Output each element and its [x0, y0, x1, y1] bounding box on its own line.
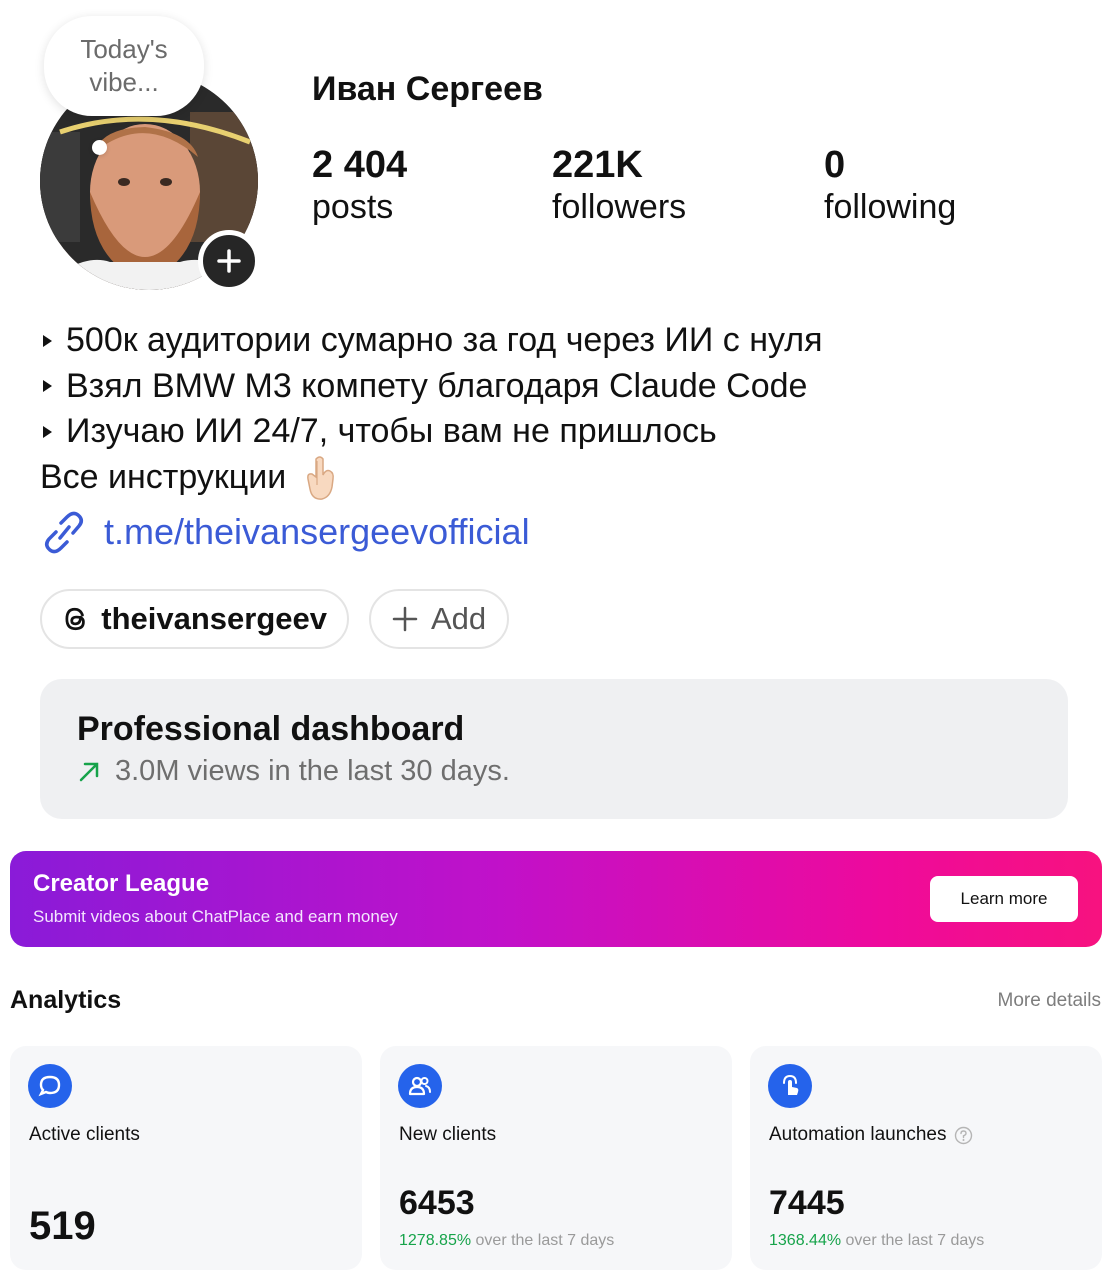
- card-label: Active clients: [29, 1124, 140, 1145]
- card-change: 1278.85% over the last 7 days: [399, 1232, 614, 1250]
- pro-dashboard-subtitle: 3.0M views in the last 30 days.: [77, 755, 510, 788]
- change-percent: 1278.85%: [399, 1232, 472, 1249]
- bullet-icon: [43, 380, 52, 393]
- analytics-heading: Analytics: [10, 986, 122, 1014]
- profile-page: Today's vibe... Иван Сергеев 2 404 posts…: [0, 0, 1109, 1280]
- bio-line: Изучаю ИИ 24/7, чтобы вам не пришлось: [40, 409, 822, 455]
- plus-icon: [217, 249, 241, 273]
- learn-more-button[interactable]: Learn more: [930, 876, 1078, 922]
- creator-league-banner: Creator League Submit videos about ChatP…: [10, 851, 1102, 947]
- users-icon: [398, 1064, 442, 1108]
- card-label: New clients: [399, 1124, 497, 1145]
- stat-label: followers: [552, 188, 687, 226]
- story-note-bubble[interactable]: Today's vibe...: [44, 16, 204, 116]
- league-subtitle: Submit videos about ChatPlace and earn m…: [33, 907, 398, 926]
- threads-profile-chip[interactable]: theivansergeev: [40, 589, 349, 649]
- pro-dashboard-views: 3.0M views in the last 30 days.: [115, 755, 510, 787]
- bio-line: Взял BMW M3 компету благодаря Claude Cod…: [40, 364, 822, 410]
- help-icon[interactable]: [954, 1126, 973, 1145]
- bullet-icon: [43, 334, 52, 347]
- stat-following[interactable]: 0 following: [824, 143, 956, 227]
- card-value: 519: [29, 1204, 96, 1248]
- threads-handle: theivansergeev: [101, 601, 327, 636]
- profile-name: Иван Сергеев: [312, 70, 543, 108]
- chat-bubble-icon: [28, 1064, 72, 1108]
- card-label: Automation launches: [769, 1124, 973, 1146]
- plus-icon: [392, 606, 418, 632]
- change-percent: 1368.44%: [769, 1232, 842, 1249]
- bio-cta-line: Все инструкции: [40, 455, 822, 501]
- bio-line-text: Изучаю ИИ 24/7, чтобы вам не пришлось: [66, 412, 717, 450]
- pro-dashboard-title: Professional dashboard: [77, 710, 465, 748]
- professional-dashboard-card[interactable]: Professional dashboard 3.0M views in the…: [40, 679, 1068, 819]
- card-label-text: Automation launches: [769, 1124, 947, 1145]
- note-bubble-tail: [92, 140, 107, 155]
- trend-up-arrow-icon: [79, 762, 99, 781]
- threads-icon: [65, 607, 85, 631]
- league-title: Creator League: [33, 870, 210, 897]
- stat-label: following: [824, 188, 957, 226]
- more-details-link[interactable]: More details: [998, 990, 1102, 1012]
- card-value: 6453: [399, 1184, 475, 1222]
- pointing-down-hand-icon: [307, 455, 335, 500]
- stat-value: 221K: [552, 144, 643, 186]
- add-chip-label: Add: [431, 601, 487, 636]
- automation-launches-card[interactable]: Automation launches 7445 1368.44% over t…: [750, 1046, 1102, 1270]
- bio: 500к аудитории сумарно за год через ИИ с…: [40, 318, 822, 501]
- card-value: 7445: [769, 1184, 845, 1222]
- stat-value: 2 404: [312, 144, 408, 186]
- stat-value: 0: [824, 144, 846, 186]
- bio-cta-text: Все инструкции: [40, 457, 287, 496]
- stat-followers[interactable]: 221K followers: [552, 143, 686, 227]
- change-period: over the last 7 days: [845, 1232, 985, 1249]
- change-period: over the last 7 days: [475, 1232, 615, 1249]
- stat-posts[interactable]: 2 404 posts: [312, 143, 407, 227]
- stat-label: posts: [312, 188, 394, 226]
- bio-line-text: Взял BMW M3 компету благодаря Claude Cod…: [66, 366, 808, 405]
- bio-link-text[interactable]: t.me/theivansergeevofficial: [104, 511, 530, 553]
- add-chip-button[interactable]: Add: [369, 589, 509, 649]
- link-icon: [45, 511, 83, 554]
- new-clients-card[interactable]: New clients 6453 1278.85% over the last …: [380, 1046, 732, 1270]
- bio-link[interactable]: t.me/theivansergeevofficial: [40, 510, 530, 554]
- bio-line-text: 500к аудитории сумарно за год через ИИ с…: [66, 321, 823, 359]
- add-story-button[interactable]: [198, 230, 260, 292]
- card-change: 1368.44% over the last 7 days: [769, 1232, 984, 1250]
- tap-icon: [768, 1064, 812, 1108]
- bio-line: 500к аудитории сумарно за год через ИИ с…: [40, 318, 822, 364]
- bullet-icon: [43, 425, 52, 438]
- active-clients-card[interactable]: Active clients 519: [10, 1046, 362, 1270]
